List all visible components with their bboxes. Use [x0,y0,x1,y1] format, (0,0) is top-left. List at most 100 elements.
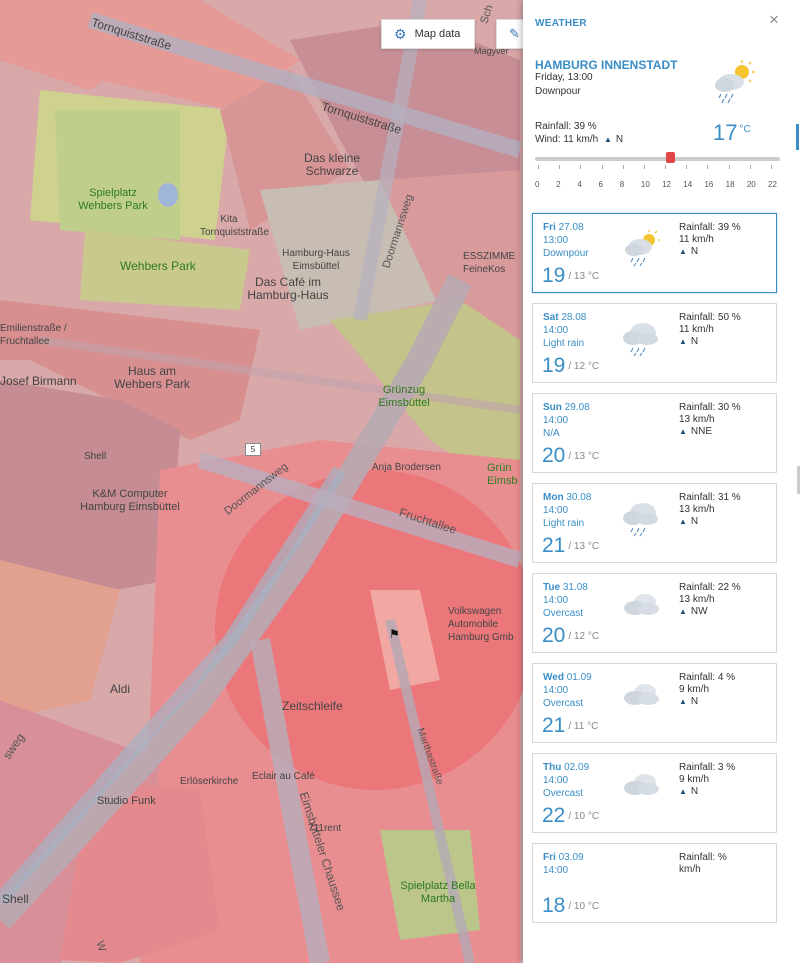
forecast-temperature: 20/ 12 °C [542,624,599,648]
forecast-details: Rainfall: 39 % 11 km/h ▲ N [679,222,741,258]
panel-title: WEATHER [535,18,587,29]
place-label: Hamburg-Haus Eimsbüttel [282,248,350,272]
forecast-wind-dir: NW [690,606,708,617]
forecast-day: Fri 03.09 [543,852,584,863]
forecast-low: / 12 °C [568,360,600,372]
forecast-condition: Overcast [543,698,584,709]
forecast-card[interactable]: Thu 02.09 14:00 Overcast 22/ 10 °C Rainfall:… [532,753,777,833]
forecast-wind-direction: ▲ N [679,516,741,528]
hour-slider-track[interactable] [535,157,780,161]
hour-slider-handle[interactable] [665,152,675,163]
forecast-low: / 12 °C [568,630,600,642]
slider-tick-mark [771,165,772,169]
poi-label: Shell [84,451,107,462]
forecast-date: 28.08 [561,312,587,323]
forecast-rainfall: Rainfall: % [679,852,727,863]
place-label: Haus am Wehbers Park [114,364,190,391]
wind-arrow-icon: ▲ [679,697,687,706]
wind-arrow-icon: ▲ [679,337,687,346]
forecast-temperature: 20/ 13 °C [542,444,599,468]
poi-label: Volkswagen Automobile Hamburg Gmb [448,606,514,643]
forecast-day: Sat 28.08 [543,312,586,323]
wind-speed: Wind: 11 km/h [535,134,599,145]
forecast-weekday: Wed [543,672,564,683]
forecast-time: 13:00 [543,235,569,246]
overcast-icon [619,678,663,714]
forecast-high: 19 [542,264,566,287]
flag-marker-icon[interactable]: ⚑ [389,627,400,641]
forecast-date: 31.08 [562,582,588,593]
forecast-temperature: 19/ 13 °C [542,264,599,288]
forecast-card[interactable]: Wed 01.09 14:00 Overcast 21/ 11 °C Rainfall:… [532,663,777,743]
poi-label: Anja Brodersen [372,462,441,473]
slider-tick-mark [643,165,645,169]
forecast-card[interactable]: Tue 31.08 14:00 Overcast 20/ 12 °C Rainfall:… [532,573,777,653]
forecast-day: Fri 27.08 [543,222,584,233]
forecast-card[interactable]: Fri 27.08 13:00 Downpour 19/ 13 °C Rainfall:… [532,213,777,293]
forecast-details: Rainfall: 4 % 9 km/h ▲ N [679,672,735,708]
forecast-condition: Overcast [543,608,584,619]
forecast-low: / 10 °C [568,810,600,822]
forecast-date: 03.09 [558,852,584,863]
forecast-card[interactable]: Fri 03.09 14:00 18/ 10 °C Rainfall: % km/h [532,843,777,923]
forecast-weekday: Thu [543,762,562,773]
scrollbar-thumb[interactable] [796,124,799,150]
forecast-low: / 13 °C [568,270,600,282]
forecast-wind-direction: ▲ N [679,786,735,798]
place-label: Das kleine Schwarze [303,151,361,178]
forecast-wind-dir: N [690,786,699,797]
forecast-wind-direction: ▲ NW [679,606,741,618]
edit-button[interactable]: ✎ [496,19,523,49]
forecast-wind: 11 km/h [679,324,714,335]
sun-cloud-rain-icon [619,228,663,267]
slider-tick-label: 12 [662,180,671,189]
current-condition: Downpour [535,86,581,97]
route-badge: 5 [245,443,261,456]
forecast-weekday: Sat [543,312,559,323]
forecast-low: / 10 °C [568,900,600,912]
overcast-icon [619,768,663,804]
slider-tick-mark [665,165,667,169]
forecast-card[interactable]: Sat 28.08 14:00 Light rain 19/ 12 °C Rainfal… [532,303,777,383]
slider-tick-label: 10 [640,180,650,189]
map-view[interactable]: Tornquiststraße Tornquiststraße Das klei… [0,0,523,963]
slider-tick-mark [559,165,561,169]
forecast-wind: 9 km/h [679,684,710,695]
forecast-wind-direction: ▲ NNE [679,426,741,438]
park-label: Grünzug Eimsbüttel [378,384,430,409]
forecast-wind-dir: N [690,516,699,527]
forecast-wind: 9 km/h [679,774,710,785]
map-data-button[interactable]: ⚙ Map data [381,19,475,49]
forecast-weekday: Sun [543,402,562,413]
forecast-rainfall: Rainfall: 22 % [679,582,741,593]
forecast-low: / 13 °C [568,540,600,552]
slider-tick-label: 0 [535,180,540,189]
poi-label: Erlöserkirche [180,776,239,787]
forecast-wind: km/h [679,864,701,875]
wind-arrow-icon: ▲ [603,135,612,144]
forecast-card[interactable]: Mon 30.08 14:00 Light rain 21/ 13 °C Rainfal… [532,483,777,563]
forecast-wind-direction: ▲ N [679,696,735,708]
forecast-date: 27.08 [558,222,584,233]
slider-tick-label: 6 [598,180,603,189]
close-icon[interactable]: × [769,10,779,30]
forecast-wind: 13 km/h [679,414,715,425]
forecast-weekday: Tue [543,582,561,593]
forecast-day: Mon 30.08 [543,492,591,503]
forecast-time: 14:00 [543,775,569,786]
forecast-high: 18 [542,894,566,917]
forecast-details: Rainfall: 50 % 11 km/h ▲ N [679,312,741,348]
place-label: Kita Tornquiststraße [200,214,269,238]
poi-label: Aldi [110,682,131,696]
forecast-wind: 11 km/h [679,234,714,245]
forecast-temperature: 19/ 12 °C [542,354,599,378]
current-temp-value: 17 [713,120,738,145]
slider-tick-mark [601,165,603,169]
forecast-wind-dir: N [690,696,699,707]
place-label: Josef Birmann [0,374,77,388]
forecast-wind-dir: N [690,336,699,347]
forecast-wind: 13 km/h [679,594,715,605]
forecast-card[interactable]: Sun 29.08 14:00 N/A 20/ 13 °C Rainfall: 30 %… [532,393,777,473]
forecast-high: 20 [542,444,566,467]
forecast-wind: 13 km/h [679,504,715,515]
